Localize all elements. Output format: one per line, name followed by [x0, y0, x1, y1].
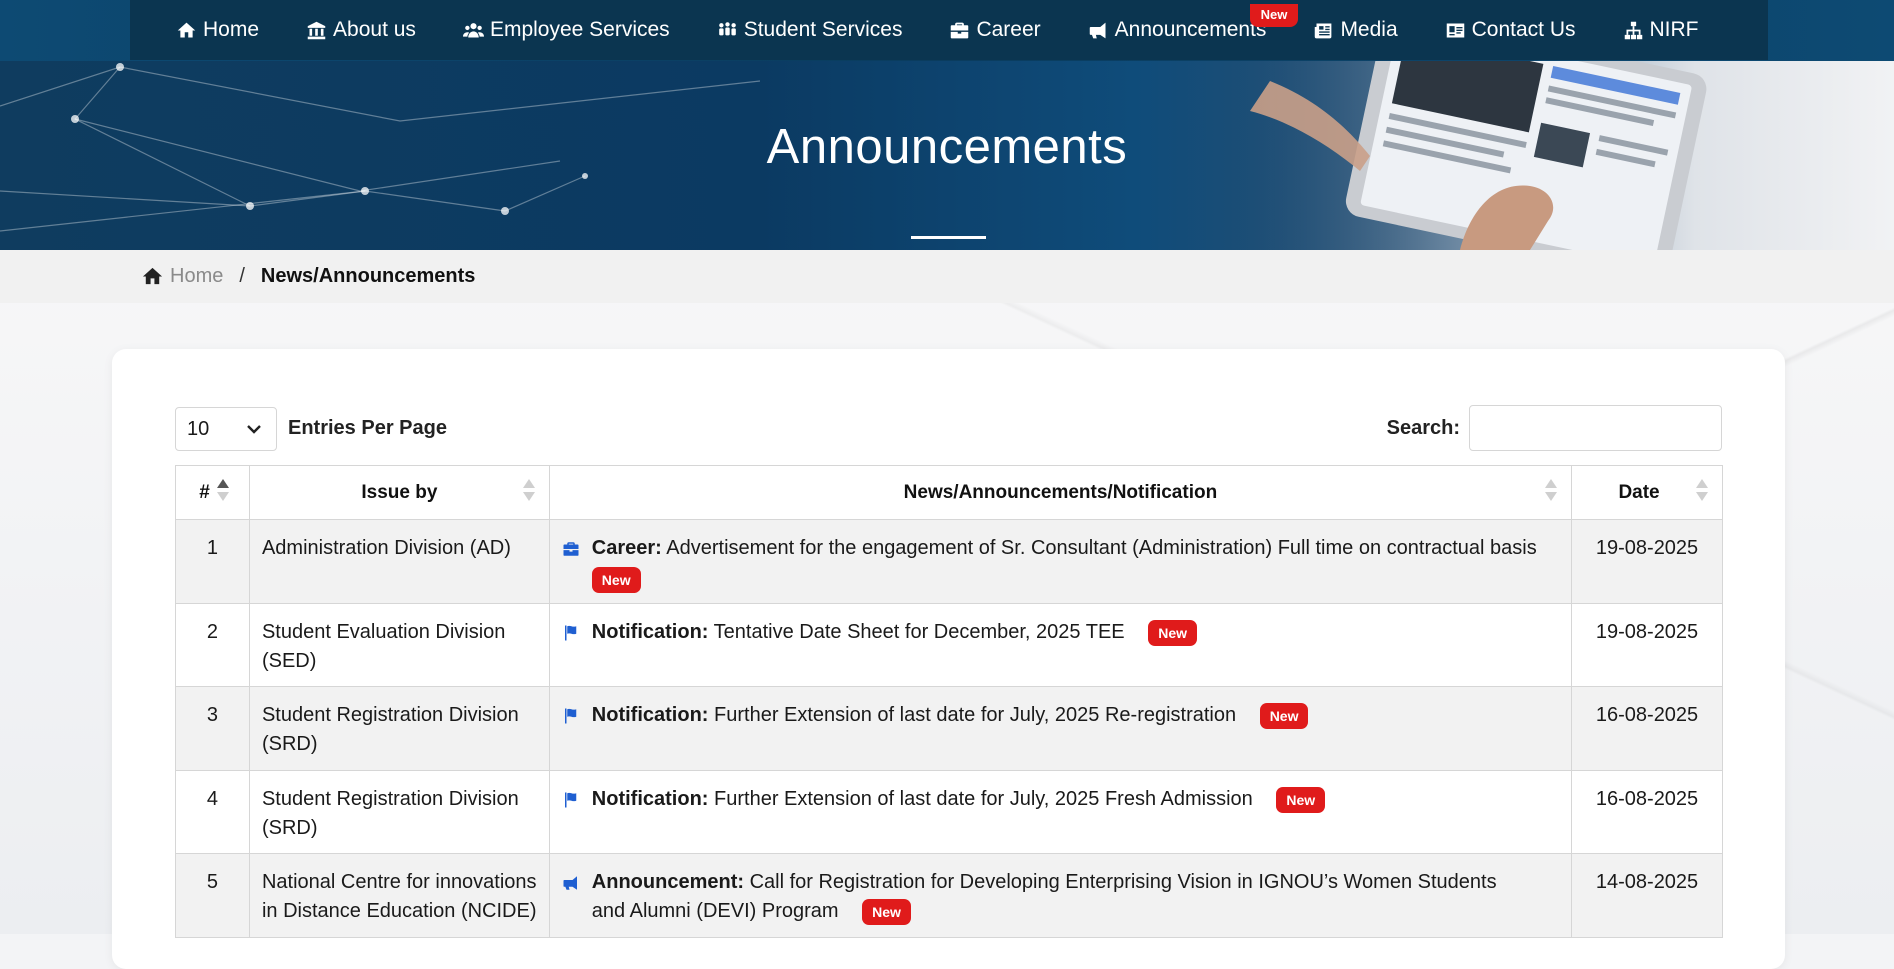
sort-icon: [216, 479, 229, 507]
row-number: 4: [175, 770, 250, 854]
chevron-down-icon: [247, 425, 261, 434]
row-number: 3: [175, 686, 250, 771]
row-issuer: Student Registration Division (SRD): [248, 770, 550, 854]
breadcrumb-current: News/Announcements: [260, 265, 476, 287]
home-icon: [177, 22, 196, 37]
row-date: 16-08-2025: [1571, 686, 1723, 771]
column-header-issue-by[interactable]: Issue by: [248, 465, 550, 520]
nav-item-label: NIRF: [1649, 18, 1699, 41]
new-badge: New: [1259, 702, 1309, 729]
nav-item-label: About us: [333, 18, 416, 41]
sitemap-icon: [1624, 21, 1642, 39]
students-icon: [718, 21, 736, 35]
row-number: 1: [175, 519, 250, 604]
hero-banner: Announcements: [0, 61, 1894, 250]
row-news: Announcement: Call for Registration for …: [548, 853, 1573, 938]
row-date: 14-08-2025: [1571, 853, 1723, 938]
news-link[interactable]: Notification: Further Extension of last …: [592, 704, 1236, 726]
page-title: Announcements: [766, 120, 1128, 174]
news-link[interactable]: Notification: Tentative Date Sheet for D…: [592, 621, 1125, 643]
column-header-date[interactable]: Date: [1571, 465, 1723, 520]
flag-icon: [564, 792, 577, 808]
row-date: 16-08-2025: [1571, 770, 1723, 854]
entries-per-page-label: Entries Per Page: [288, 417, 447, 439]
nav-item-contact-us[interactable]: Contact Us: [1445, 18, 1576, 42]
news-link[interactable]: Announcement: Call for Registration for …: [592, 871, 1497, 922]
row-number: 2: [175, 603, 250, 687]
nav-item-label: Home: [203, 18, 260, 41]
announcements-card: 10 Entries Per Page Search: # Issue by N…: [112, 349, 1785, 969]
new-badge: New: [591, 567, 641, 593]
search-label: Search:: [1386, 417, 1460, 439]
megaphone-icon: [1089, 22, 1106, 38]
title-underline: [911, 236, 986, 239]
column-header-news[interactable]: News/Announcements/Notification: [548, 465, 1573, 520]
nav-item-nirf[interactable]: NIRF: [1623, 18, 1699, 42]
nav-item-label: Employee Services: [489, 18, 670, 41]
flag-icon: [564, 708, 577, 724]
nav-item-label: Career: [976, 18, 1041, 41]
nav-item-employee-services[interactable]: Employee Services: [462, 18, 670, 42]
table-header-row: # Issue by News/Announcements/Notificati…: [175, 465, 1723, 520]
flag-icon: [564, 625, 577, 641]
nav-item-label: Media: [1340, 18, 1398, 41]
news-link[interactable]: Career: Advertisement for the engagement…: [592, 537, 1537, 559]
new-badge: New: [1249, 4, 1299, 27]
home-icon: [142, 267, 163, 285]
table-row: 1 Administration Division (AD) Career: A…: [175, 519, 1723, 604]
nav-item-career[interactable]: Career: [949, 18, 1041, 42]
table-row: 3 Student Registration Division (SRD) No…: [175, 686, 1723, 771]
breadcrumb: Home / News/Announcements: [0, 250, 1894, 303]
row-issuer: National Centre for innovations in Dista…: [248, 853, 550, 938]
nav-item-home[interactable]: Home: [176, 18, 259, 42]
news-link[interactable]: Notification: Further Extension of last …: [592, 788, 1253, 810]
row-number: 5: [175, 853, 250, 938]
newspaper-icon: [1315, 23, 1332, 38]
table-row: 4 Student Registration Division (SRD) No…: [175, 770, 1723, 854]
nav-item-label: Announcements: [1114, 18, 1267, 41]
announcements-table: # Issue by News/Announcements/Notificati…: [175, 465, 1723, 938]
institution-icon: [307, 21, 326, 39]
row-date: 19-08-2025: [1571, 603, 1723, 687]
new-badge: New: [862, 898, 911, 925]
row-issuer: Student Evaluation Division (SED): [248, 603, 550, 687]
sort-icon: [1696, 479, 1708, 507]
new-badge: New: [1148, 619, 1197, 646]
users-icon: [462, 22, 484, 37]
nav-item-label: Student Services: [743, 18, 903, 41]
megaphone-icon: [563, 876, 577, 890]
top-navigation-bar: Home About us Employee Services Student …: [0, 0, 1894, 61]
nav-item-label: Contact Us: [1471, 18, 1576, 41]
column-header-number[interactable]: #: [175, 465, 250, 520]
row-news: Notification: Further Extension of last …: [548, 770, 1573, 854]
nav-item-student-services[interactable]: Student Services: [717, 18, 903, 42]
table-row: 5 National Centre for innovations in Dis…: [175, 853, 1723, 938]
breadcrumb-separator: /: [239, 265, 245, 287]
contact-card-icon: [1446, 23, 1464, 37]
row-issuer: Student Registration Division (SRD): [248, 686, 550, 771]
table-controls: 10 Entries Per Page Search:: [175, 405, 1722, 453]
sort-icon: [1545, 479, 1558, 507]
entries-value: 10: [187, 417, 210, 440]
row-news: Notification: Tentative Date Sheet for D…: [548, 603, 1573, 687]
entries-per-page-select[interactable]: 10: [175, 407, 277, 451]
new-badge: New: [1276, 786, 1326, 813]
sort-icon: [522, 479, 535, 507]
nav-item-announcements[interactable]: Announcements New: [1088, 4, 1299, 42]
nav-item-about-us[interactable]: About us: [306, 18, 416, 42]
table-row: 2 Student Evaluation Division (SED) Noti…: [175, 603, 1723, 687]
row-issuer: Administration Division (AD): [248, 519, 550, 604]
top-navigation-menu: Home About us Employee Services Student …: [130, 0, 1768, 60]
nav-item-media[interactable]: Media: [1313, 18, 1398, 42]
briefcase-icon: [563, 542, 579, 556]
briefcase-icon: [951, 22, 969, 38]
row-date: 19-08-2025: [1571, 519, 1723, 604]
row-news: Career: Advertisement for the engagement…: [548, 519, 1573, 604]
search-input[interactable]: [1469, 405, 1722, 451]
row-news: Notification: Further Extension of last …: [548, 686, 1573, 771]
breadcrumb-home-link[interactable]: Home: [170, 265, 223, 288]
